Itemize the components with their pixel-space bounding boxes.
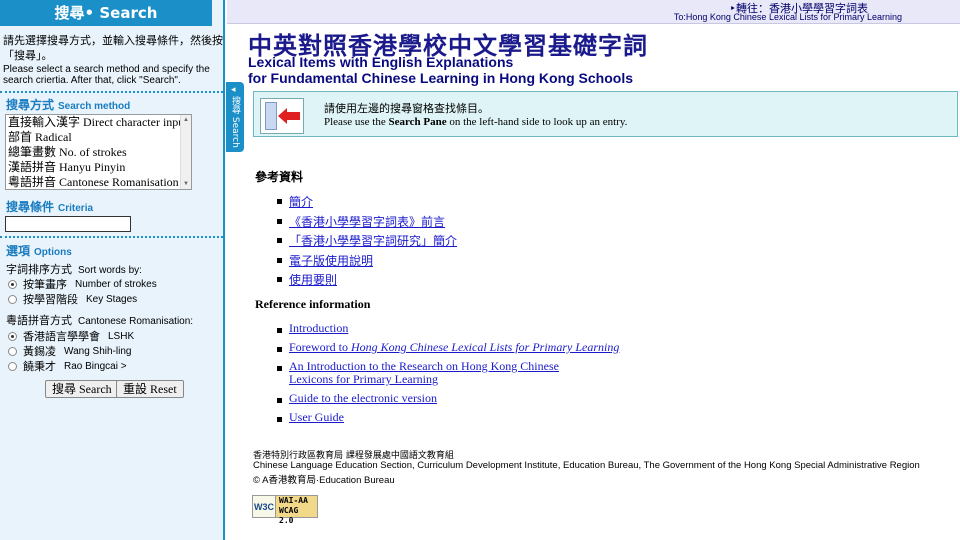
sort-strokes-en: Number of strokes	[75, 278, 157, 290]
list-item: 電子版使用說明	[275, 252, 457, 272]
options-title-en: Options	[34, 247, 72, 258]
search-method-title: 搜尋方式 Search method	[6, 96, 130, 113]
footer-department-en: Chinese Language Education Section, Curr…	[253, 460, 920, 471]
instructions-zh: 請先選擇搜尋方式，並輸入搜尋條件，然後按「搜尋」。	[3, 34, 223, 62]
link-user-guide-en[interactable]: User Guide	[289, 410, 344, 424]
sort-by-key-stages-option[interactable]: 按學習階段 Key Stages	[8, 291, 137, 307]
link-research-zh[interactable]: 「香港小學學習字詞研究」簡介	[289, 234, 457, 248]
list-item: 「香港小學學習字詞研究」簡介	[275, 232, 457, 252]
radio-unchecked[interactable]	[8, 294, 17, 304]
search-pane-header: 搜尋• Search	[0, 0, 212, 26]
divider	[0, 236, 223, 238]
roman-rao-zh: 饒秉才	[23, 360, 56, 373]
criteria-title-en: Criteria	[58, 203, 94, 214]
list-item: An Introduction to the Research on Hong …	[275, 360, 619, 386]
list-item: User Guide	[275, 411, 619, 424]
roman-rao-option[interactable]: 饒秉才 Rao Bingcai >	[8, 358, 127, 374]
list-item: 《香港小學學習字詞表》前言	[275, 213, 457, 233]
roman-rao-en: Rao Bingcai >	[64, 360, 127, 372]
link-introduction-zh[interactable]: 簡介	[289, 195, 313, 209]
search-pane-notice: 請使用左邊的搜尋窗格查找條目。 Please use the Search Pa…	[253, 91, 958, 137]
redirect-link-en[interactable]: To:Hong Kong Chinese Lexical Lists for P…	[674, 12, 902, 22]
collapse-tab-label: 搜尋 Search	[230, 96, 240, 148]
collapse-arrow-icon[interactable]: ◂	[231, 84, 236, 95]
top-bar: ‣轉往：香港小學學習字詞表 To:Hong Kong Chinese Lexic…	[227, 0, 960, 24]
method-option-pinyin[interactable]: 漢語拼音 Hanyu Pinyin	[6, 160, 191, 175]
search-method-title-zh: 搜尋方式	[6, 98, 55, 112]
roman-lshk-en: LSHK	[108, 330, 135, 342]
roman-lshk-zh: 香港語言學學會	[23, 330, 100, 343]
reference-heading-en: Reference information	[255, 297, 371, 311]
sort-stages-en: Key Stages	[86, 293, 138, 305]
page-title-en-line1: Lexical Items with English Explanations	[248, 54, 514, 70]
list-item: Introduction	[275, 322, 619, 335]
reset-button[interactable]: 重設 Reset	[116, 380, 184, 398]
sort-label: 字詞排序方式 Sort words by:	[6, 261, 142, 277]
footer-copyright: © A香港教育局·Education Bureau	[253, 475, 395, 486]
link-terms-zh[interactable]: 使用要則	[289, 273, 337, 287]
method-option-direct[interactable]: 直接輸入漢字 Direct character input	[6, 115, 191, 130]
romanisation-label-en: Cantonese Romanisation:	[78, 316, 194, 327]
reference-heading-zh: 參考資料	[255, 170, 304, 184]
search-method-list[interactable]: 直接輸入漢字 Direct character input 部首 Radical…	[5, 114, 192, 190]
roman-wang-option[interactable]: 黃錫凌 Wang Shih-ling	[8, 343, 131, 359]
list-item: Foreword to Hong Kong Chinese Lexical Li…	[275, 341, 619, 354]
radio-checked[interactable]	[8, 279, 17, 289]
wcag-label: WAI-AA WCAG 2.0	[275, 496, 317, 525]
options-title: 選項 Options	[6, 242, 72, 259]
list-item: Guide to the electronic version	[275, 392, 619, 405]
sort-label-zh: 字詞排序方式	[6, 263, 72, 276]
sort-stages-zh: 按學習階段	[23, 293, 78, 306]
method-option-radical[interactable]: 部首 Radical	[6, 130, 191, 145]
sort-strokes-zh: 按筆畫序	[23, 278, 67, 291]
method-list-scrollbar[interactable]: ▲ ▼	[180, 115, 191, 189]
notice-text-zh: 請使用左邊的搜尋窗格查找條目。	[324, 102, 489, 115]
roman-lshk-option[interactable]: 香港語言學學會 LSHK	[8, 328, 134, 344]
roman-wang-zh: 黃錫凌	[23, 345, 56, 358]
search-button[interactable]: 搜尋 Search	[45, 380, 119, 398]
search-instructions: 請先選擇搜尋方式，並輸入搜尋條件，然後按「搜尋」。 Please select …	[3, 33, 223, 86]
notice-text-en: Please use the Search Pane on the left-h…	[324, 116, 628, 128]
criteria-title: 搜尋條件 Criteria	[6, 198, 93, 215]
divider	[0, 91, 223, 93]
criteria-title-zh: 搜尋條件	[6, 200, 55, 214]
method-option-cantonese[interactable]: 粵語拼音 Cantonese Romanisation	[6, 175, 191, 189]
search-pane-arrow-icon	[260, 98, 304, 134]
romanisation-label-zh: 粵語拼音方式	[6, 314, 72, 327]
radio-unchecked[interactable]	[8, 361, 17, 371]
scroll-down-icon[interactable]: ▼	[183, 181, 189, 187]
roman-wang-en: Wang Shih-ling	[64, 345, 132, 357]
radio-unchecked[interactable]	[8, 346, 17, 356]
notice-search-pane-bold: Search Pane	[388, 116, 447, 128]
method-option-strokes[interactable]: 總筆畫數 No. of strokes	[6, 145, 191, 160]
criteria-input[interactable]	[5, 216, 131, 232]
page-title-en-line2: for Fundamental Chinese Learning in Hong…	[248, 70, 634, 86]
link-foreword-en[interactable]: Foreword to Hong Kong Chinese Lexical Li…	[289, 340, 619, 354]
sort-label-en: Sort words by:	[78, 265, 142, 276]
collapse-search-pane-tab[interactable]: ◂ 搜尋 Search	[226, 82, 244, 152]
link-guide-zh[interactable]: 電子版使用說明	[289, 254, 373, 268]
search-method-title-en: Search method	[58, 101, 131, 112]
search-pane: 搜尋• Search 請先選擇搜尋方式，並輸入搜尋條件，然後按「搜尋」。 Ple…	[0, 0, 225, 540]
romanisation-label: 粵語拼音方式 Cantonese Romanisation:	[6, 312, 193, 328]
sort-by-strokes-option[interactable]: 按筆畫序 Number of strokes	[8, 276, 157, 292]
reference-links-en: Introduction Foreword to Hong Kong Chine…	[275, 322, 619, 424]
list-item: 簡介	[275, 193, 457, 213]
w3c-logo: W3C	[254, 501, 274, 512]
link-research-en[interactable]: An Introduction to the Research on Hong …	[289, 359, 559, 386]
instructions-en: Please select a search method and specif…	[3, 64, 210, 86]
scroll-up-icon[interactable]: ▲	[183, 117, 189, 123]
reference-links-zh: 簡介 《香港小學學習字詞表》前言 「香港小學學習字詞研究」簡介 電子版使用說明 …	[275, 193, 457, 291]
list-item: 使用要則	[275, 271, 457, 291]
link-foreword-zh[interactable]: 《香港小學學習字詞表》前言	[289, 215, 445, 229]
radio-checked[interactable]	[8, 331, 17, 341]
options-title-zh: 選項	[6, 244, 31, 258]
link-guide-en[interactable]: Guide to the electronic version	[289, 391, 437, 405]
link-introduction-en[interactable]: Introduction	[289, 321, 348, 335]
wcag-badge-icon[interactable]: W3C WAI-AA WCAG 2.0	[252, 495, 318, 525]
